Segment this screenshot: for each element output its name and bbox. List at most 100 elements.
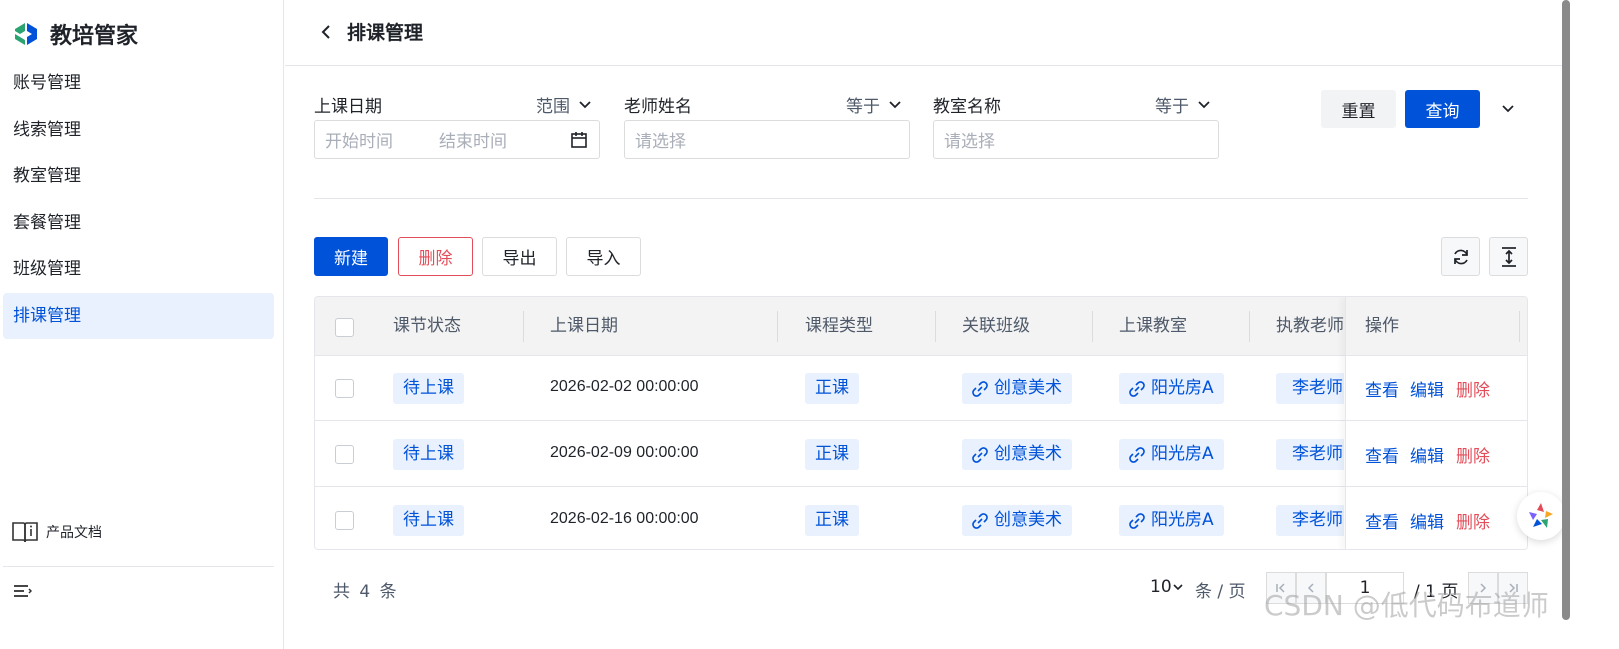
sidebar-item-classroom[interactable]: 教室管理 bbox=[3, 153, 274, 199]
book-icon bbox=[12, 522, 38, 543]
col-class[interactable]: 关联班级 bbox=[962, 297, 1030, 356]
refresh-icon bbox=[1453, 249, 1468, 264]
page-size-select[interactable]: 10 bbox=[1150, 577, 1184, 597]
link-icon bbox=[1129, 446, 1145, 463]
col-divider bbox=[523, 311, 524, 342]
sidebar-item-class[interactable]: 班级管理 bbox=[3, 246, 274, 292]
delete-button[interactable]: 删除 bbox=[398, 237, 473, 276]
end-time-placeholder[interactable]: 结束时间 bbox=[439, 127, 507, 152]
class-link[interactable]: 创意美术 bbox=[962, 505, 1072, 536]
teacher-link-text: 李老师 bbox=[1292, 378, 1343, 398]
link-icon bbox=[972, 512, 988, 529]
chevron-down-icon bbox=[1173, 584, 1183, 591]
link-icon bbox=[972, 446, 988, 463]
total-count: 共 4 条 bbox=[333, 582, 399, 602]
page-size-unit: 条 / 页 bbox=[1195, 582, 1246, 602]
teacher-link[interactable]: 李老师 bbox=[1276, 505, 1344, 536]
type-badge: 正课 bbox=[805, 439, 859, 470]
link-icon bbox=[972, 380, 988, 397]
type-badge: 正课 bbox=[805, 505, 859, 536]
teacher-link-text: 李老师 bbox=[1292, 510, 1343, 530]
page-size-value: 10 bbox=[1150, 577, 1172, 597]
sidebar: 教培管家 账号管理 线索管理 教室管理 套餐管理 班级管理 排课管理 产品文档 bbox=[0, 0, 284, 649]
export-button[interactable]: 导出 bbox=[482, 237, 557, 276]
room-link[interactable]: 阳光房A bbox=[1119, 373, 1224, 404]
teacher-link[interactable]: 李老师 bbox=[1276, 439, 1344, 470]
sidebar-item-package[interactable]: 套餐管理 bbox=[3, 200, 274, 246]
room-link[interactable]: 阳光房A bbox=[1119, 439, 1224, 470]
schedule-table: 课节状态 上课日期 课程类型 关联班级 上课教室 执教老师 操作 待上课 202… bbox=[314, 296, 1528, 550]
date-cell: 2026-02-02 00:00:00 bbox=[550, 378, 699, 395]
class-link-text: 创意美术 bbox=[994, 510, 1062, 530]
class-link[interactable]: 创意美术 bbox=[962, 373, 1072, 404]
expand-filter-icon[interactable] bbox=[1500, 100, 1516, 120]
teacher-select[interactable]: 请选择 bbox=[624, 120, 910, 159]
filter-teacher-label: 老师姓名 bbox=[624, 97, 692, 117]
import-button[interactable]: 导入 bbox=[566, 237, 641, 276]
calendar-icon[interactable] bbox=[570, 131, 588, 149]
reset-button[interactable]: 重置 bbox=[1321, 90, 1396, 128]
chevron-down-icon bbox=[1198, 100, 1210, 108]
room-link-text: 阳光房A bbox=[1151, 510, 1214, 530]
filter-teacher-op-text: 等于 bbox=[846, 97, 880, 117]
teacher-link[interactable]: 李老师 bbox=[1276, 373, 1344, 404]
col-type[interactable]: 课程类型 bbox=[805, 297, 873, 356]
start-time-placeholder[interactable]: 开始时间 bbox=[325, 127, 393, 152]
page-header: 排课管理 bbox=[285, 0, 1565, 66]
product-doc-link[interactable]: 产品文档 bbox=[12, 520, 102, 544]
filter-room-op[interactable]: 等于 bbox=[1155, 92, 1211, 117]
room-select[interactable]: 请选择 bbox=[933, 120, 1219, 159]
col-teacher[interactable]: 执教老师 bbox=[1276, 297, 1344, 356]
sidebar-divider bbox=[3, 566, 274, 567]
product-doc-label: 产品文档 bbox=[46, 525, 102, 541]
col-status[interactable]: 课节状态 bbox=[393, 297, 461, 356]
class-link-text: 创意美术 bbox=[994, 444, 1062, 464]
status-badge: 待上课 bbox=[393, 439, 464, 470]
back-icon[interactable] bbox=[319, 23, 333, 46]
row-checkbox[interactable] bbox=[335, 511, 354, 530]
logo-icon bbox=[12, 20, 40, 48]
filter-date-op-text: 范围 bbox=[536, 97, 570, 117]
room-link-text: 阳光房A bbox=[1151, 378, 1214, 398]
refresh-button[interactable] bbox=[1441, 237, 1480, 276]
watermark-text: CSDN @低代码布道师 bbox=[1264, 589, 1549, 622]
col-divider bbox=[935, 311, 936, 342]
page-scrollbar[interactable] bbox=[1562, 0, 1570, 620]
date-cell: 2026-02-16 00:00:00 bbox=[550, 510, 699, 527]
col-room[interactable]: 上课教室 bbox=[1119, 297, 1187, 356]
sidebar-item-leads[interactable]: 线索管理 bbox=[3, 107, 274, 153]
date-range-input[interactable]: 开始时间 结束时间 bbox=[314, 120, 600, 159]
column-height-button[interactable] bbox=[1489, 237, 1528, 276]
filter-teacher-op[interactable]: 等于 bbox=[846, 92, 902, 117]
link-icon bbox=[1129, 380, 1145, 397]
assistant-logo-icon bbox=[1529, 503, 1553, 528]
assistant-float-button[interactable] bbox=[1517, 492, 1565, 540]
sidebar-nav: 账号管理 线索管理 教室管理 套餐管理 班级管理 排课管理 bbox=[3, 60, 274, 340]
app-logo[interactable]: 教培管家 bbox=[12, 18, 138, 50]
chevron-down-icon bbox=[579, 100, 591, 108]
col-divider bbox=[777, 311, 778, 342]
sidebar-item-account[interactable]: 账号管理 bbox=[3, 60, 274, 106]
col-date[interactable]: 上课日期 bbox=[550, 297, 618, 356]
room-select-placeholder: 请选择 bbox=[944, 132, 995, 152]
filter-date-op[interactable]: 范围 bbox=[536, 92, 592, 117]
class-link[interactable]: 创意美术 bbox=[962, 439, 1072, 470]
menu-fold-icon[interactable] bbox=[12, 582, 33, 605]
sidebar-item-schedule[interactable]: 排课管理 bbox=[3, 292, 274, 339]
query-button[interactable]: 查询 bbox=[1405, 90, 1480, 128]
chevron-down-icon bbox=[889, 100, 901, 108]
row-checkbox[interactable] bbox=[335, 379, 354, 398]
link-icon bbox=[1129, 512, 1145, 529]
room-link[interactable]: 阳光房A bbox=[1119, 505, 1224, 536]
status-badge: 待上课 bbox=[393, 373, 464, 404]
filter-date-label: 上课日期 bbox=[314, 97, 382, 117]
column-height-icon bbox=[1501, 246, 1516, 267]
type-badge: 正课 bbox=[805, 373, 859, 404]
select-all-checkbox[interactable] bbox=[335, 318, 354, 337]
new-button[interactable]: 新建 bbox=[314, 237, 388, 276]
filter-divider bbox=[314, 198, 1528, 199]
status-badge: 待上课 bbox=[393, 505, 464, 536]
teacher-link-text: 李老师 bbox=[1292, 444, 1343, 464]
date-cell: 2026-02-09 00:00:00 bbox=[550, 444, 699, 461]
row-checkbox[interactable] bbox=[335, 445, 354, 464]
